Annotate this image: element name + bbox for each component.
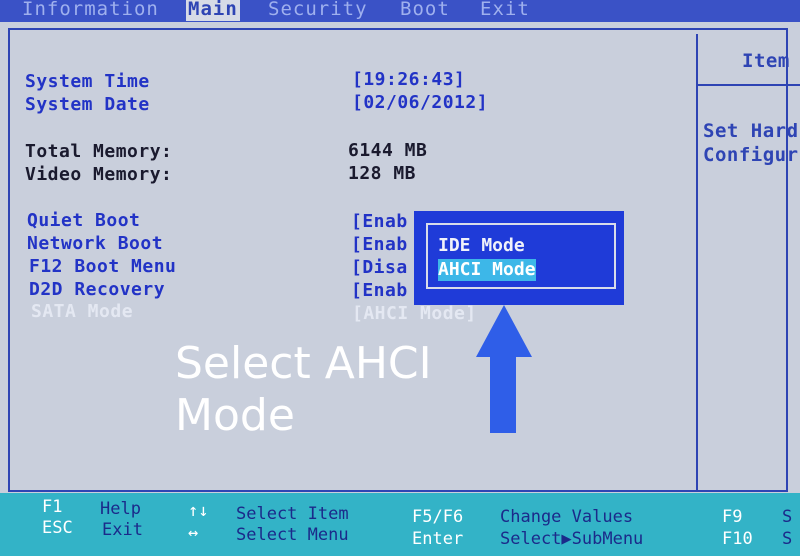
video-memory-label: Video Memory: <box>25 164 173 185</box>
d2d-recovery-label: D2D Recovery <box>29 279 166 300</box>
system-time-label: System Time <box>25 71 150 92</box>
f12-boot-menu-label: F12 Boot Menu <box>29 256 177 277</box>
caption-line2: Mode <box>175 390 295 441</box>
menu-bar: Information Main Security Boot Exit <box>0 0 800 22</box>
f10-key: F10 <box>722 529 753 549</box>
tab-boot[interactable]: Boot <box>400 0 450 21</box>
esc-key: ESC <box>42 518 73 538</box>
f10-desc: S <box>782 529 793 549</box>
leftright-arrows-icon: ↔ <box>188 523 199 543</box>
video-memory-value: 128 MB <box>348 163 417 184</box>
help-text-line1: Set Hard <box>703 120 799 142</box>
quiet-boot-label: Quiet Boot <box>27 210 141 231</box>
f1-desc: Help <box>100 499 141 519</box>
updown-arrows-icon: ↑↓ <box>188 501 209 521</box>
d2d-recovery-value[interactable]: [Enab <box>351 280 408 302</box>
tab-information[interactable]: Information <box>22 0 159 21</box>
f5f6-key: F5/F6 <box>412 507 464 527</box>
enter-desc: Select▶SubMenu <box>500 529 644 549</box>
tab-main[interactable]: Main <box>186 0 240 21</box>
total-memory-label: Total Memory: <box>25 141 173 162</box>
f9-key: F9 <box>722 507 743 527</box>
option-ahci-mode[interactable]: AHCI Mode <box>438 259 536 281</box>
updown-desc: Select Item <box>236 504 349 524</box>
quiet-boot-value[interactable]: [Enab <box>351 211 408 233</box>
help-text-line2: Configur <box>703 144 799 166</box>
sata-mode-value[interactable]: [AHCI Mode] <box>352 303 477 325</box>
system-time-value[interactable]: [19:26:43] <box>352 69 465 91</box>
tab-exit[interactable]: Exit <box>480 0 530 21</box>
enter-key: Enter <box>412 529 464 549</box>
f12-boot-menu-value[interactable]: [Disa <box>351 257 408 279</box>
network-boot-value[interactable]: [Enab <box>351 234 408 256</box>
instruction-caption: Select AHCI Mode <box>175 338 432 442</box>
up-arrow-icon <box>476 305 532 433</box>
help-panel-title: Item <box>742 50 790 72</box>
system-date-label: System Date <box>25 94 150 115</box>
help-title-divider <box>698 84 800 86</box>
key-help-bar: F1 Help ESC Exit ↑↓ Select Item ↔ Select… <box>0 493 800 556</box>
caption-line1: Select AHCI <box>175 338 432 389</box>
f5f6-desc: Change Values <box>500 507 634 527</box>
f9-desc: S <box>782 507 793 527</box>
sata-mode-label: SATA Mode <box>31 301 134 322</box>
network-boot-label: Network Boot <box>27 233 164 254</box>
sata-mode-popup: IDE Mode AHCI Mode <box>414 211 624 305</box>
esc-desc: Exit <box>102 520 143 540</box>
help-divider <box>696 34 698 490</box>
total-memory-value: 6144 MB <box>348 140 428 161</box>
tab-security[interactable]: Security <box>268 0 368 21</box>
option-ide-mode[interactable]: IDE Mode <box>438 235 525 257</box>
f1-key: F1 <box>42 497 63 517</box>
leftright-desc: Select Menu <box>236 525 349 545</box>
system-date-value[interactable]: [02/06/2012] <box>352 92 488 114</box>
